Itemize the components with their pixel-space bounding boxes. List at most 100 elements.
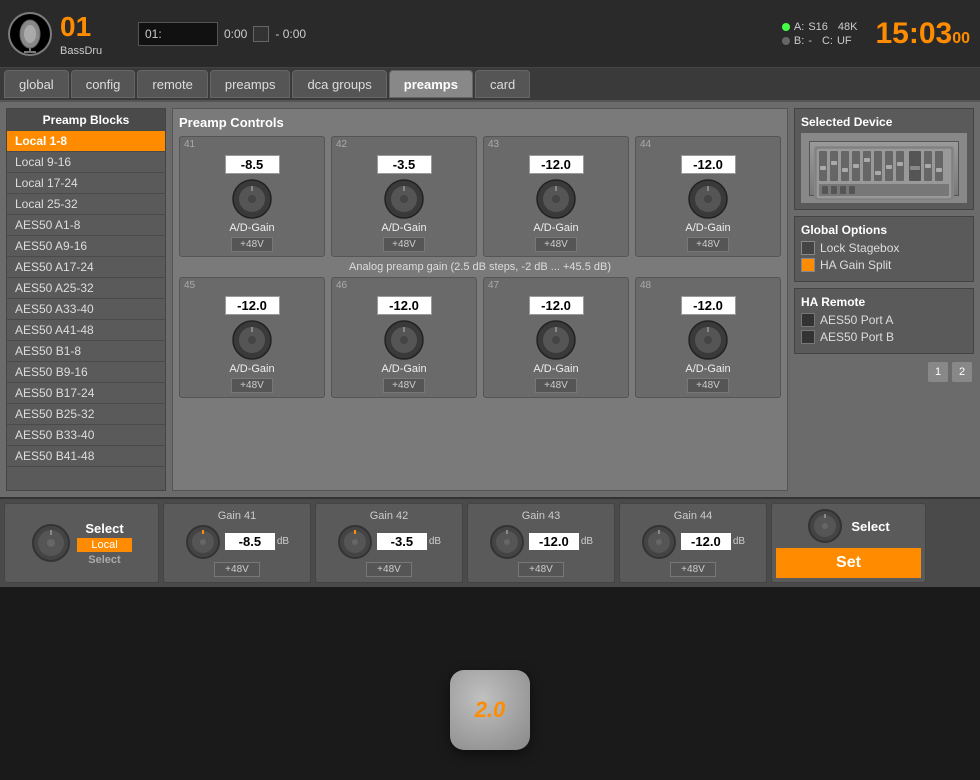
main-content: Preamp Blocks Local 1-8 Local 9-16 Local… [0,102,980,497]
gain-value-47: -12.0 [529,296,584,315]
phantom-btn-41[interactable]: +48V [231,237,273,252]
block-item-aes50a25-32[interactable]: AES50 A25-32 [7,278,165,299]
gain44-value: -12.0 [681,533,731,550]
tab-config[interactable]: config [71,70,136,98]
gain41-knob[interactable] [185,524,221,560]
block-item-aes50b25-32[interactable]: AES50 B25-32 [7,404,165,425]
nav-tabs: global config remote preamps dca groups … [0,68,980,102]
gain44-phantom[interactable]: +48V [670,562,716,577]
tab-card[interactable]: card [475,70,530,98]
block-item-aes50a17-24[interactable]: AES50 A17-24 [7,257,165,278]
block-list: Local 1-8 Local 9-16 Local 17-24 Local 2… [7,131,165,467]
phantom-btn-47[interactable]: +48V [535,378,577,393]
phantom-btn-44[interactable]: +48V [687,237,729,252]
gain42-section: Gain 42 -3.5 dB +48V [315,503,463,583]
block-item-local9-16[interactable]: Local 9-16 [7,152,165,173]
gain41-phantom[interactable]: +48V [214,562,260,577]
page-2[interactable]: 2 [952,362,972,382]
gain43-section: Gain 43 -12.0 dB +48V [467,503,615,583]
set-button[interactable]: Set [776,548,921,578]
ha-remote-section: HA Remote AES50 Port A AES50 Port B [794,288,974,354]
phantom-btn-48[interactable]: +48V [687,378,729,393]
knob-45[interactable] [231,319,273,361]
gain-value-45: -12.0 [225,296,280,315]
lock-stagebox-checkbox[interactable] [801,241,815,255]
block-item-aes50b9-16[interactable]: AES50 B9-16 [7,362,165,383]
aes50-port-a-row: AES50 Port A [801,313,967,327]
gain-value-46: -12.0 [377,296,432,315]
knob-41[interactable] [231,178,273,220]
gain44-knob[interactable] [641,524,677,560]
channel-name: BassDru [60,45,102,57]
page-1[interactable]: 1 [928,362,948,382]
knob-grid-bottom: 45-12.0 A/D-Gain+48V46-12.0 A/D-Gain+48V… [179,277,781,398]
gain43-knob[interactable] [489,524,525,560]
right-panel: Selected Device [794,108,974,491]
aes50-port-b-label: AES50 Port B [820,330,894,344]
block-item-local17-24[interactable]: Local 17-24 [7,173,165,194]
tab-preamps1[interactable]: preamps [210,70,291,98]
block-item-aes50b41-48[interactable]: AES50 B41-48 [7,446,165,467]
tab-dca-groups[interactable]: dca groups [292,70,386,98]
gain43-label: Gain 43 [522,510,561,522]
knob-label-43: A/D-Gain [533,222,578,234]
status-b-dot [782,37,790,45]
ha-gain-split-checkbox[interactable] [801,258,815,272]
gain-value-42: -3.5 [377,155,432,174]
knob-id-44: 44 [640,139,651,150]
aes50-port-b-checkbox[interactable] [801,330,815,344]
phantom-btn-43[interactable]: +48V [535,237,577,252]
knob-cell-47: 47-12.0 A/D-Gain+48V [483,277,629,398]
knob-id-47: 47 [488,280,499,291]
knob-44[interactable] [687,178,729,220]
tab-global[interactable]: global [4,70,69,98]
knob-label-46: A/D-Gain [381,363,426,375]
lock-stagebox-label: Lock Stagebox [820,241,899,255]
block-item-aes50b17-24[interactable]: AES50 B17-24 [7,383,165,404]
knob-id-45: 45 [184,280,195,291]
select-label-bottom: Select [88,554,120,566]
top-bar: 01 BassDru 0:00 - 0:00 A: S16 48K B: - C… [0,0,980,68]
block-item-local25-32[interactable]: Local 25-32 [7,194,165,215]
phantom-btn-45[interactable]: +48V [231,378,273,393]
gain43-value: -12.0 [529,533,579,550]
block-item-aes50a33-40[interactable]: AES50 A33-40 [7,299,165,320]
tab-remote[interactable]: remote [137,70,207,98]
gain43-db: dB [581,536,593,547]
block-item-aes50a9-16[interactable]: AES50 A9-16 [7,236,165,257]
gain42-db: dB [429,536,441,547]
gain-value-43: -12.0 [529,155,584,174]
gain41-db: dB [277,536,289,547]
gain42-knob[interactable] [337,524,373,560]
gain42-phantom[interactable]: +48V [366,562,412,577]
gain-value-48: -12.0 [681,296,736,315]
status-a-label: A: [794,21,804,33]
block-item-aes50a1-8[interactable]: AES50 A1-8 [7,215,165,236]
block-item-aes50b33-40[interactable]: AES50 B33-40 [7,425,165,446]
knob-43[interactable] [535,178,577,220]
transport-field[interactable] [138,22,218,46]
knob-46[interactable] [383,319,425,361]
status-c-label: C: [822,35,833,47]
global-options-title: Global Options [801,223,967,237]
status-c-value: UF [837,35,852,47]
block-item-local1-8[interactable]: Local 1-8 [7,131,165,152]
phantom-btn-42[interactable]: +48V [383,237,425,252]
aes50-port-a-label: AES50 Port A [820,313,893,327]
device-image [801,133,967,203]
block-item-aes50b1-8[interactable]: AES50 B1-8 [7,341,165,362]
selected-device-section: Selected Device [794,108,974,210]
knob-47[interactable] [535,319,577,361]
phantom-btn-46[interactable]: +48V [383,378,425,393]
aes50-port-a-checkbox[interactable] [801,313,815,327]
lock-stagebox-row: Lock Stagebox [801,241,967,255]
block-item-aes50a41-48[interactable]: AES50 A41-48 [7,320,165,341]
stop-button[interactable] [253,26,269,42]
gain43-phantom[interactable]: +48V [518,562,564,577]
select-label-top: Select [85,521,123,536]
knob-42[interactable] [383,178,425,220]
knob-48[interactable] [687,319,729,361]
time1: 0:00 [224,27,247,41]
tab-preamps-active[interactable]: preamps [389,70,473,98]
preamp-blocks-title: Preamp Blocks [7,109,165,131]
